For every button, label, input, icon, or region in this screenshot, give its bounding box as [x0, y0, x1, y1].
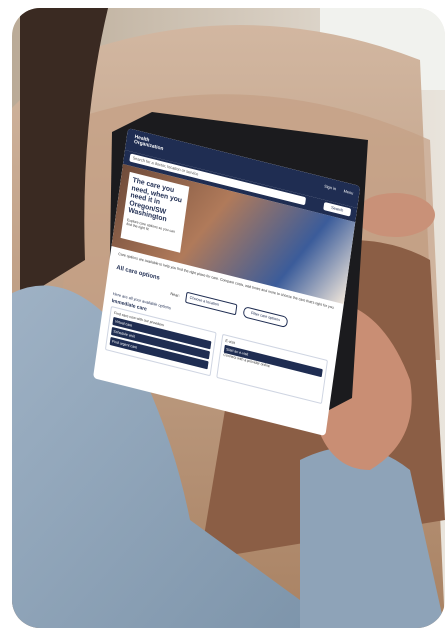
- filter-label: Near:: [170, 290, 181, 299]
- menu-button[interactable]: Menu: [343, 188, 353, 195]
- sign-in-link[interactable]: Sign in: [324, 183, 336, 191]
- foot: [355, 193, 435, 237]
- hero-card: The care you need, when you need it in O…: [120, 171, 190, 253]
- site-logo[interactable]: Health Organization: [134, 134, 165, 152]
